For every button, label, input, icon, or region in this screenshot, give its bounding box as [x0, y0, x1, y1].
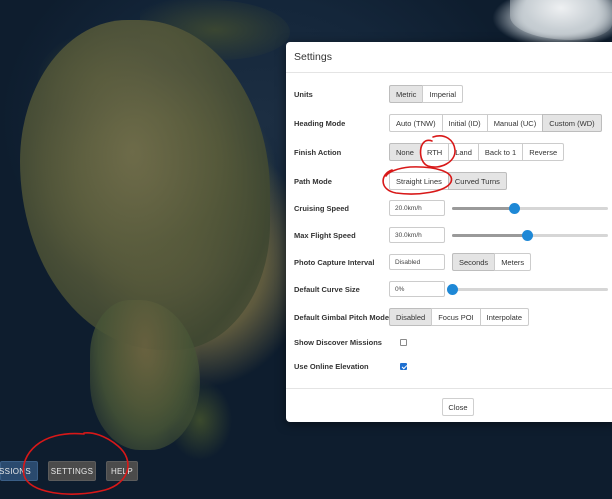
default-curve-size-slider-thumb[interactable]: [447, 284, 458, 295]
default-gimbal-pitch-mode-label: Default Gimbal Pitch Mode: [294, 313, 390, 322]
photo-capture-option-meters[interactable]: Meters: [494, 253, 532, 271]
default-curve-size-label: Default Curve Size: [294, 285, 360, 294]
gimbal-pitch-option-disabled[interactable]: Disabled: [389, 308, 433, 326]
missions-button-label: ISSIONS: [0, 466, 31, 476]
max-flight-speed-slider-thumb[interactable]: [521, 230, 533, 241]
path-mode-toggle: Straight Lines Curved Turns: [389, 172, 507, 190]
gimbal-pitch-mode-toggle: Disabled Focus POI Interpolate: [389, 308, 530, 326]
finish-action-option-land[interactable]: Land: [448, 143, 479, 161]
photo-capture-option-seconds[interactable]: Seconds: [452, 253, 496, 271]
heading-mode-option-manual[interactable]: Manual (UC): [486, 114, 544, 132]
cruising-speed-slider-fill: [452, 207, 515, 210]
photo-capture-interval-value: Disabled: [395, 258, 421, 266]
use-online-elevation-label: Use Online Elevation: [294, 362, 369, 371]
photo-capture-unit-toggle: Seconds Meters: [452, 253, 532, 271]
cruising-speed-value: 20.0km/h: [395, 204, 422, 212]
photo-capture-interval-input[interactable]: Disabled: [389, 254, 445, 270]
units-label: Units: [294, 90, 313, 99]
finish-action-option-rth[interactable]: RTH: [419, 143, 450, 161]
dialog-footer: Close: [286, 388, 612, 422]
max-flight-speed-input[interactable]: 30.0km/h: [389, 227, 445, 243]
dialog-title: Settings: [294, 51, 332, 63]
show-discover-missions-label: Show Discover Missions: [294, 338, 382, 347]
finish-action-option-none[interactable]: None: [389, 143, 421, 161]
finish-action-option-back-to-1[interactable]: Back to 1: [477, 143, 524, 161]
close-button[interactable]: Close: [442, 398, 474, 416]
units-option-metric[interactable]: Metric: [389, 85, 424, 103]
max-flight-speed-label: Max Flight Speed: [294, 231, 356, 240]
units-option-imperial[interactable]: Imperial: [422, 85, 464, 103]
cruising-speed-input[interactable]: 20.0km/h: [389, 200, 445, 216]
path-mode-label: Path Mode: [294, 177, 332, 186]
photo-capture-interval-label: Photo Capture Interval: [294, 258, 375, 267]
heading-mode-option-custom[interactable]: Custom (WD): [542, 114, 602, 132]
help-button[interactable]: HELP: [106, 461, 138, 481]
settings-button[interactable]: SETTINGS: [48, 461, 96, 481]
max-flight-speed-slider[interactable]: [452, 230, 608, 241]
finish-action-toggle: None RTH Land Back to 1 Reverse: [389, 143, 565, 161]
dialog-header: Settings: [286, 42, 612, 73]
settings-dialog: Settings Units Metric Imperial Heading M…: [286, 42, 612, 422]
use-online-elevation-checkbox[interactable]: [400, 363, 407, 370]
gimbal-pitch-option-interpolate[interactable]: Interpolate: [479, 308, 530, 326]
units-toggle: Metric Imperial: [389, 85, 464, 103]
gimbal-pitch-option-focus-poi[interactable]: Focus POI: [431, 308, 481, 326]
default-curve-size-input[interactable]: 0%: [389, 281, 445, 297]
default-curve-size-slider[interactable]: [447, 284, 608, 295]
cruising-speed-slider[interactable]: [452, 203, 608, 214]
finish-action-label: Finish Action: [294, 148, 342, 157]
close-button-label: Close: [448, 402, 468, 412]
show-discover-missions-checkbox[interactable]: [400, 339, 407, 346]
help-button-label: HELP: [110, 466, 134, 476]
settings-button-label: SETTINGS: [50, 466, 94, 476]
heading-mode-label: Heading Mode: [294, 119, 346, 128]
heading-mode-option-initial[interactable]: Initial (ID): [441, 114, 488, 132]
cruising-speed-slider-thumb[interactable]: [509, 203, 521, 214]
path-mode-option-curved-turns[interactable]: Curved Turns: [447, 172, 507, 190]
cruising-speed-label: Cruising Speed: [294, 204, 350, 213]
max-flight-speed-value: 30.0km/h: [395, 231, 422, 239]
heading-mode-toggle: Auto (TNW) Initial (ID) Manual (UC) Cust…: [389, 114, 602, 132]
path-mode-option-straight-lines[interactable]: Straight Lines: [389, 172, 449, 190]
map-terrain: [510, 0, 612, 40]
max-flight-speed-slider-fill: [452, 234, 527, 237]
heading-mode-option-auto[interactable]: Auto (TNW): [389, 114, 443, 132]
missions-button[interactable]: ISSIONS: [0, 461, 38, 481]
finish-action-option-reverse[interactable]: Reverse: [522, 143, 565, 161]
default-curve-size-value: 0%: [395, 285, 405, 293]
